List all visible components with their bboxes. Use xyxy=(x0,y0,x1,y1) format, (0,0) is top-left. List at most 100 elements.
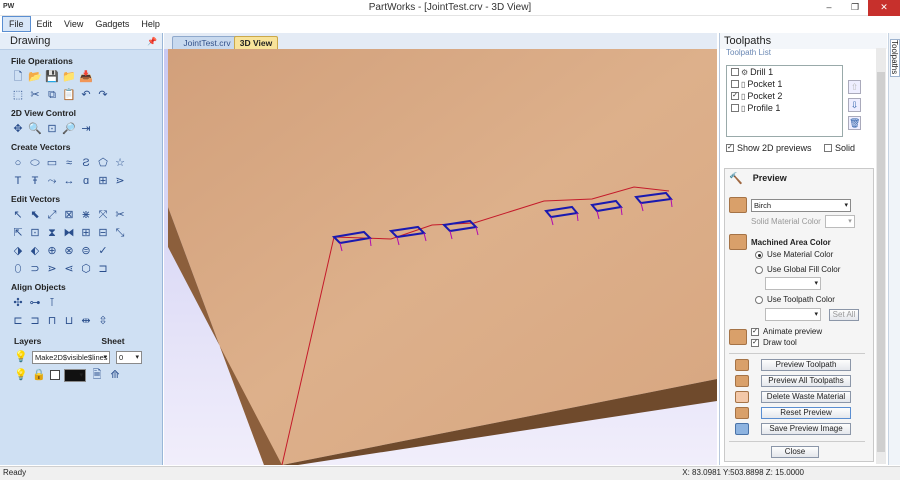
circle-icon[interactable]: ○ xyxy=(11,156,25,170)
open-recent-icon[interactable]: 📁 xyxy=(62,70,76,84)
use-toolpath-radio[interactable] xyxy=(755,295,763,304)
align-center-icon[interactable]: ✣ xyxy=(11,296,25,310)
animate-preview-option[interactable]: ✓ Animate preview xyxy=(751,327,822,336)
transform-icon[interactable]: ⤢ xyxy=(45,208,59,222)
node-edit-icon[interactable]: ⬉ xyxy=(28,208,42,222)
lock-icon[interactable]: 🔒 xyxy=(32,368,46,382)
layer-properties-icon[interactable]: 🗎 xyxy=(90,368,104,382)
toolpaths-vertical-tab[interactable]: Toolpaths xyxy=(890,39,900,77)
toolpath-item-pocket-1[interactable]: ▯ Pocket 1 xyxy=(727,78,842,90)
use-material-option[interactable]: Use Material Color xyxy=(725,250,873,259)
draw-tool-option[interactable]: ✓ Draw tool xyxy=(751,338,822,347)
menu-edit[interactable]: Edit xyxy=(31,17,59,31)
polyline-icon[interactable]: ≈ xyxy=(62,156,76,170)
solid-checkbox[interactable] xyxy=(824,144,832,152)
bulb-toggle-icon[interactable]: 💡 xyxy=(14,368,28,382)
grid-icon[interactable]: ⊞ xyxy=(79,226,93,240)
switch-view-icon[interactable]: ⇥ xyxy=(79,122,93,136)
show-2d-previews[interactable]: ✓ Show 2D previews xyxy=(726,143,812,153)
text-box-icon[interactable]: Ŧ xyxy=(28,174,42,188)
extend-icon[interactable]: ⋗ xyxy=(45,262,59,276)
align-h-center-icon[interactable]: ⊶ xyxy=(28,296,42,310)
corner-icon[interactable]: ⬡ xyxy=(79,262,93,276)
color-select[interactable] xyxy=(64,368,86,382)
maximize-button[interactable]: ❐ xyxy=(842,0,868,16)
align-bottom-icon[interactable]: ⊔ xyxy=(62,314,76,328)
animate-checkbox[interactable]: ✓ xyxy=(751,327,759,336)
distort-icon[interactable]: ⤡ xyxy=(113,226,127,240)
toolpath-checkbox[interactable] xyxy=(731,80,739,88)
dimension-icon[interactable]: ↔ xyxy=(62,174,76,188)
align-top-icon[interactable]: ⊓ xyxy=(45,314,59,328)
pan-icon[interactable]: ✥ xyxy=(11,122,25,136)
trim-icon[interactable]: ⊗ xyxy=(62,244,76,258)
toolpath-checkbox[interactable] xyxy=(731,104,739,112)
flip-icon[interactable]: ⧓ xyxy=(62,226,76,240)
3d-view-canvas[interactable] xyxy=(164,49,717,465)
toolpath-item-pocket-2[interactable]: ✓ ▯ Pocket 2 xyxy=(727,90,842,102)
move-icon[interactable]: ⇱ xyxy=(11,226,25,240)
toolpaths-scrollbar[interactable] xyxy=(876,48,886,464)
zoom-icon[interactable]: 🔍 xyxy=(28,122,42,136)
use-global-radio[interactable] xyxy=(755,265,763,274)
star-icon[interactable]: ☆ xyxy=(113,156,127,170)
distribute-h-icon[interactable]: ⇹ xyxy=(79,314,93,328)
scissors-icon[interactable]: ✂ xyxy=(113,208,127,222)
menu-file[interactable]: File xyxy=(2,15,31,32)
smooth-icon[interactable]: ⬯ xyxy=(11,262,25,276)
text-on-curve-icon[interactable]: ⤳ xyxy=(45,174,59,188)
toolpath-item-drill-1[interactable]: ⚙ Drill 1 xyxy=(727,66,842,78)
join-icon[interactable]: ⤧ xyxy=(96,208,110,222)
show-2d-checkbox[interactable]: ✓ xyxy=(726,144,734,152)
text-icon[interactable]: T xyxy=(11,174,25,188)
polygon-icon[interactable]: ⬠ xyxy=(96,156,110,170)
trace-icon[interactable]: ⋗ xyxy=(113,174,127,188)
new-file-icon[interactable]: 🗋 xyxy=(11,70,25,84)
import-icon[interactable]: 📥 xyxy=(79,70,93,84)
toolpath-item-profile-1[interactable]: ▯ Profile 1 xyxy=(727,102,842,114)
abc-text-icon[interactable]: ɑ xyxy=(79,174,93,188)
mirror-icon[interactable]: ⧗ xyxy=(45,226,59,240)
sheet-select[interactable]: 0 xyxy=(116,350,142,364)
zoom-box-icon[interactable]: ⊡ xyxy=(45,122,59,136)
scale-icon[interactable]: ⊡ xyxy=(28,226,42,240)
close-window-button[interactable]: ✕ xyxy=(868,0,900,16)
layer-sheet-icon[interactable]: ⟰ xyxy=(108,368,122,382)
select-all-icon[interactable]: ⬚ xyxy=(11,88,25,102)
toolpath-checkbox-checked[interactable]: ✓ xyxy=(731,92,739,100)
tab-jointtest[interactable]: JointTest.crv xyxy=(172,36,242,49)
rectangle-icon[interactable]: ▭ xyxy=(45,156,59,170)
weld-icon[interactable]: ⬗ xyxy=(11,244,25,258)
layer-select[interactable]: Make2D$visible$lines xyxy=(32,350,110,364)
set-all-button[interactable]: Set All xyxy=(829,308,859,321)
menu-view[interactable]: View xyxy=(58,17,89,31)
menu-help[interactable]: Help xyxy=(135,17,166,31)
dogbone-icon[interactable]: ⊐ xyxy=(96,262,110,276)
copy-icon[interactable]: ⧉ xyxy=(45,88,59,102)
scrollbar-thumb[interactable] xyxy=(877,72,885,452)
paste-icon[interactable]: 📋 xyxy=(62,88,76,102)
group-icon[interactable]: ⊠ xyxy=(62,208,76,222)
align-left-icon[interactable]: ⊏ xyxy=(11,314,25,328)
pin-icon[interactable]: 📌 xyxy=(147,37,157,46)
align-right-icon[interactable]: ⊐ xyxy=(28,314,42,328)
select-icon[interactable]: ↖ xyxy=(11,208,25,222)
redo-icon[interactable]: ↷ xyxy=(96,88,110,102)
layer-color-swatch[interactable] xyxy=(50,370,60,380)
tab-3d-view[interactable]: 3D View xyxy=(234,36,278,49)
use-toolpath-option[interactable]: Use Toolpath Color xyxy=(725,290,873,304)
open-folder-icon[interactable]: 📂 xyxy=(28,70,42,84)
intersect-icon[interactable]: ⊕ xyxy=(45,244,59,258)
close-button[interactable]: Close xyxy=(771,446,819,458)
toolpath-checkbox[interactable] xyxy=(731,68,739,76)
undo-icon[interactable]: ↶ xyxy=(79,88,93,102)
preview-toolpath-button[interactable]: Preview Toolpath xyxy=(761,359,851,371)
global-color-select[interactable] xyxy=(765,277,821,290)
align-v-center-icon[interactable]: ⊺ xyxy=(45,296,59,310)
move-down-icon[interactable]: ⇩ xyxy=(848,98,861,112)
menu-gadgets[interactable]: Gadgets xyxy=(89,17,135,31)
ellipse-icon[interactable]: ⬭ xyxy=(28,156,42,170)
subtract-icon[interactable]: ⬖ xyxy=(28,244,42,258)
cut-icon[interactable]: ✂ xyxy=(28,88,42,102)
preview-all-button[interactable]: Preview All Toolpaths xyxy=(761,375,851,387)
